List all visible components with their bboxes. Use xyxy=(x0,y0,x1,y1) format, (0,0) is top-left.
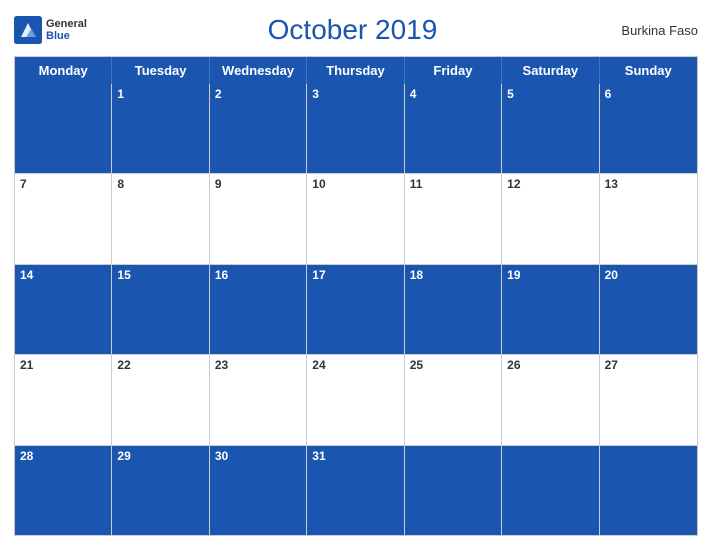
day-cell: 28 xyxy=(15,446,112,535)
week-row-5: 28 29 30 31 xyxy=(15,445,697,535)
day-number: 14 xyxy=(20,268,33,282)
day-number: 7 xyxy=(20,177,27,191)
day-header-tuesday: Tuesday xyxy=(112,57,209,84)
day-number: 28 xyxy=(20,449,33,463)
day-cell: 20 xyxy=(600,265,697,354)
day-cell: 22 xyxy=(112,355,209,444)
day-header-thursday: Thursday xyxy=(307,57,404,84)
day-cell xyxy=(600,446,697,535)
day-cell: 16 xyxy=(210,265,307,354)
day-cell: 23 xyxy=(210,355,307,444)
day-header-friday: Friday xyxy=(405,57,502,84)
day-cell: 30 xyxy=(210,446,307,535)
logo: General Blue xyxy=(14,16,87,44)
day-number: 11 xyxy=(410,177,423,191)
calendar-header: General Blue October 2019 Burkina Faso xyxy=(14,10,698,50)
day-cell: 5 xyxy=(502,84,599,173)
logo-icon xyxy=(14,16,42,44)
day-cell: 21 xyxy=(15,355,112,444)
day-cell: 14 xyxy=(15,265,112,354)
day-number: 4 xyxy=(410,87,417,101)
day-cell: 25 xyxy=(405,355,502,444)
day-number: 1 xyxy=(117,87,124,101)
day-header-saturday: Saturday xyxy=(502,57,599,84)
calendar-container: General Blue October 2019 Burkina Faso M… xyxy=(0,0,712,550)
day-number: 27 xyxy=(605,358,618,372)
day-cell: 17 xyxy=(307,265,404,354)
day-cell: 9 xyxy=(210,174,307,263)
day-cell: 7 xyxy=(15,174,112,263)
day-number: 5 xyxy=(507,87,514,101)
day-number: 3 xyxy=(312,87,319,101)
day-cell: 3 xyxy=(307,84,404,173)
calendar-grid: MondayTuesdayWednesdayThursdayFridaySatu… xyxy=(14,56,698,536)
day-cell: 18 xyxy=(405,265,502,354)
week-row-1: 1 2 3 4 5 6 xyxy=(15,84,697,173)
day-number: 16 xyxy=(215,268,228,282)
day-number: 13 xyxy=(605,177,618,191)
logo-text: General Blue xyxy=(46,18,87,42)
week-row-2: 7 8 9 10 11 12 13 xyxy=(15,173,697,263)
day-number: 23 xyxy=(215,358,228,372)
day-header-monday: Monday xyxy=(15,57,112,84)
day-cell: 1 xyxy=(112,84,209,173)
day-cell: 15 xyxy=(112,265,209,354)
day-cell: 27 xyxy=(600,355,697,444)
day-number: 30 xyxy=(215,449,228,463)
day-cell: 11 xyxy=(405,174,502,263)
day-number: 26 xyxy=(507,358,520,372)
day-number: 24 xyxy=(312,358,325,372)
day-cell: 13 xyxy=(600,174,697,263)
day-header-sunday: Sunday xyxy=(600,57,697,84)
day-cell xyxy=(405,446,502,535)
day-number: 17 xyxy=(312,268,325,282)
day-number: 6 xyxy=(605,87,612,101)
day-cell: 2 xyxy=(210,84,307,173)
day-number: 9 xyxy=(215,177,222,191)
day-cell: 24 xyxy=(307,355,404,444)
day-number: 20 xyxy=(605,268,618,282)
day-cell: 31 xyxy=(307,446,404,535)
day-cell xyxy=(502,446,599,535)
day-cell: 12 xyxy=(502,174,599,263)
day-number: 10 xyxy=(312,177,325,191)
day-cell: 19 xyxy=(502,265,599,354)
day-cell: 4 xyxy=(405,84,502,173)
day-cell: 8 xyxy=(112,174,209,263)
day-cell: 29 xyxy=(112,446,209,535)
day-number: 22 xyxy=(117,358,130,372)
day-number: 19 xyxy=(507,268,520,282)
day-header-wednesday: Wednesday xyxy=(210,57,307,84)
logo-blue-text: Blue xyxy=(46,30,87,42)
day-number: 29 xyxy=(117,449,130,463)
day-number: 12 xyxy=(507,177,520,191)
calendar-body: 1234567891011121314151617181920212223242… xyxy=(15,84,697,535)
day-cell: 10 xyxy=(307,174,404,263)
day-number: 31 xyxy=(312,449,325,463)
country-label: Burkina Faso xyxy=(618,23,698,38)
day-number: 15 xyxy=(117,268,130,282)
day-number: 2 xyxy=(215,87,222,101)
logo-general-text: General xyxy=(46,18,87,30)
day-number: 18 xyxy=(410,268,423,282)
day-cell xyxy=(15,84,112,173)
day-cell: 6 xyxy=(600,84,697,173)
day-number: 8 xyxy=(117,177,124,191)
calendar-title: October 2019 xyxy=(87,14,618,46)
week-row-4: 21 22 23 24 25 26 27 xyxy=(15,354,697,444)
day-cell: 26 xyxy=(502,355,599,444)
day-number: 25 xyxy=(410,358,423,372)
week-row-3: 14 15 16 17 18 19 20 xyxy=(15,264,697,354)
day-headers-row: MondayTuesdayWednesdayThursdayFridaySatu… xyxy=(15,57,697,84)
day-number: 21 xyxy=(20,358,33,372)
